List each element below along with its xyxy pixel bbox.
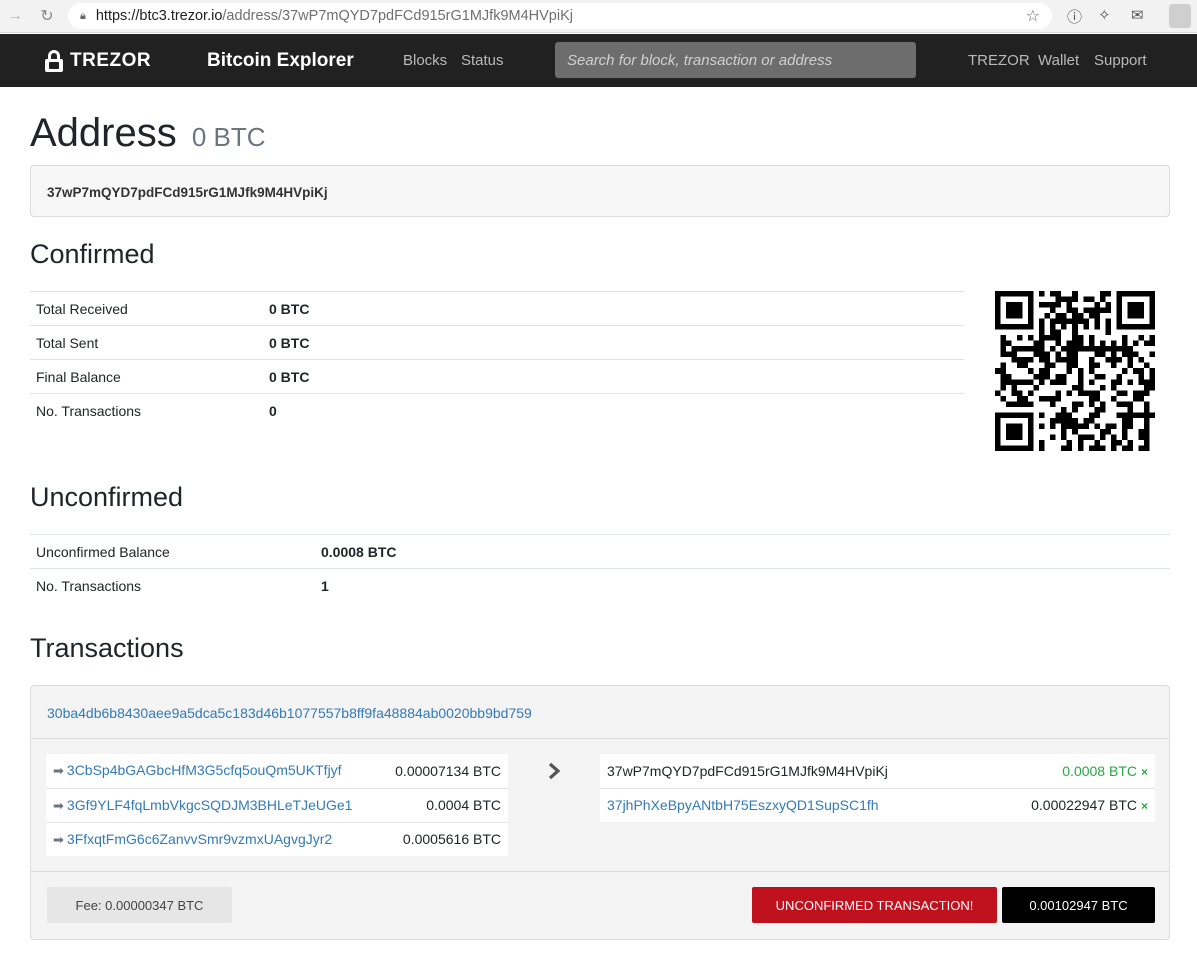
row-label: Total Received: [30, 291, 263, 326]
confirmed-heading: Confirmed: [30, 239, 155, 269]
unconfirmed-heading: Unconfirmed: [30, 482, 184, 512]
row-value: 1: [315, 568, 1170, 603]
input-row: ➡ 3Gf9YLF4fqLmbVkgcSQDJM3BHLeTJeUGe1 0.00…: [46, 787, 508, 822]
input-row: ➡ 3FfxqtFmG6c6ZanvvSmr9vzmxUAgvgJyr2 0.00…: [46, 821, 508, 856]
output-address-link[interactable]: 37jhPhXeBpyANtbH75EszxyQD1SupSC1fh: [607, 797, 879, 813]
input-row: ➡ 3CbSp4bGAGbcHfM3G5cfq5ouQm5UKTfjyf 0.00…: [46, 754, 508, 788]
url-path: /address/37wP7mQYD7pdFCd915rG1MJfk9M4HVp…: [222, 8, 573, 24]
total-amount-badge: 0.00102947 BTC: [1002, 887, 1155, 923]
brand-label: TREZOR: [70, 49, 152, 71]
output-row: 37jhPhXeBpyANtbH75EszxyQD1SupSC1fh 0.000…: [600, 787, 1155, 822]
input-amount: 0.00007134 BTC: [395, 762, 501, 779]
extension-wand-icon[interactable]: ✧: [1098, 6, 1111, 24]
profile-avatar[interactable]: [1169, 4, 1191, 28]
nav-wallet[interactable]: Wallet: [1038, 52, 1079, 69]
output-amount: 0.00022947 BTC: [1031, 797, 1137, 814]
output-amount: 0.0008 BTC: [1062, 762, 1137, 779]
search-input[interactable]: [555, 42, 916, 78]
divider: [31, 871, 1169, 872]
input-address-link[interactable]: 3FfxqtFmG6c6ZanvvSmr9vzmxUAgvgJyr2: [67, 831, 332, 847]
input-arrow-icon: ➡: [53, 763, 64, 779]
nav-trezor[interactable]: TREZOR: [968, 52, 1030, 69]
outputs-table: 37wP7mQYD7pdFCd915rG1MJfk9M4HVpiKj 0.000…: [600, 754, 1155, 822]
transaction-card: 30ba4db6b8430aee9a5dca5c183d46b1077557b8…: [30, 685, 1170, 940]
row-label: Unconfirmed Balance: [30, 534, 315, 569]
extension-info-icon[interactable]: ⓘ: [1067, 6, 1082, 27]
address-qr-code: [995, 291, 1155, 451]
spent-mark-icon: ×: [1140, 799, 1148, 814]
browser-toolbar: → ↻ 🔒︎ https://btc3.trezor.io/address/37…: [0, 0, 1197, 33]
table-row: Final Balance 0 BTC: [30, 359, 964, 394]
output-row: 37wP7mQYD7pdFCd915rG1MJfk9M4HVpiKj 0.000…: [600, 754, 1155, 788]
row-label: Final Balance: [30, 359, 263, 394]
address-card: 37wP7mQYD7pdFCd915rG1MJfk9M4HVpiKj: [30, 165, 1170, 217]
table-row: No. Transactions 0: [30, 393, 964, 428]
nav-blocks[interactable]: Blocks: [403, 52, 447, 69]
url-host: https://btc3.trezor.io: [95, 8, 223, 24]
divider: [31, 738, 1169, 739]
inputs-table: ➡ 3CbSp4bGAGbcHfM3G5cfq5ouQm5UKTfjyf 0.00…: [46, 754, 508, 856]
address-text: 37wP7mQYD7pdFCd915rG1MJfk9M4HVpiKj: [47, 185, 328, 200]
nav-status[interactable]: Status: [461, 52, 504, 69]
fee-badge: Fee: 0.00000347 BTC: [47, 887, 232, 923]
site-title[interactable]: Bitcoin Explorer: [207, 50, 354, 72]
row-value: 0 BTC: [263, 325, 964, 360]
row-value: 0 BTC: [263, 359, 964, 394]
txid-link[interactable]: 30ba4db6b8430aee9a5dca5c183d46b1077557b8…: [47, 705, 532, 721]
spent-mark-icon: ×: [1140, 764, 1148, 779]
confirmed-table: Total Received 0 BTC Total Sent 0 BTC Fina…: [30, 291, 964, 428]
lock-icon: 🔒︎: [80, 9, 86, 22]
row-label: Total Sent: [30, 325, 263, 360]
table-row: Total Sent 0 BTC: [30, 325, 964, 360]
row-value: 0.0008 BTC: [315, 534, 1170, 569]
chevron-right-icon: [548, 762, 561, 780]
table-row: Unconfirmed Balance 0.0008 BTC: [30, 534, 1170, 569]
transactions-heading: Transactions: [30, 633, 184, 663]
row-label: No. Transactions: [30, 393, 263, 428]
bookmark-star-icon[interactable]: ☆: [1026, 6, 1040, 26]
table-row: Total Received 0 BTC: [30, 291, 964, 326]
trezor-logo[interactable]: TREZOR: [45, 34, 151, 87]
extension-mail-icon[interactable]: ✉: [1131, 6, 1144, 24]
input-address-link[interactable]: 3Gf9YLF4fqLmbVkgcSQDJM3BHLeTJeUGe1: [67, 797, 353, 813]
unconfirmed-table: Unconfirmed Balance 0.0008 BTC No. Transa…: [30, 534, 1170, 603]
row-value: 0: [263, 393, 964, 428]
trezor-lock-icon: [45, 49, 63, 72]
address-bar[interactable]: 🔒︎ https://btc3.trezor.io/address/37wP7m…: [68, 3, 1052, 29]
input-arrow-icon: ➡: [53, 831, 64, 847]
address-balance: 0 BTC: [191, 122, 266, 152]
output-address: 37wP7mQYD7pdFCd915rG1MJfk9M4HVpiKj: [607, 762, 888, 779]
site-navbar: TREZOR Bitcoin Explorer Blocks Status TR…: [0, 34, 1197, 87]
input-amount: 0.0005616 BTC: [380, 821, 508, 856]
reload-icon[interactable]: ↻: [36, 5, 58, 27]
input-arrow-icon: ➡: [53, 797, 64, 813]
nav-support[interactable]: Support: [1094, 52, 1147, 69]
page-title: Address 0 BTC: [30, 111, 266, 156]
page-title-label: Address: [30, 111, 177, 155]
input-address-link[interactable]: 3CbSp4bGAGbcHfM3G5cfq5ouQm5UKTfjyf: [67, 762, 342, 778]
unconfirmed-status-badge: UNCONFIRMED TRANSACTION!: [752, 887, 997, 923]
forward-arrow-icon[interactable]: →: [4, 5, 26, 27]
input-amount: 0.0004 BTC: [380, 787, 508, 822]
row-label: No. Transactions: [30, 568, 315, 603]
row-value: 0 BTC: [263, 291, 964, 326]
table-row: No. Transactions 1: [30, 568, 1170, 603]
